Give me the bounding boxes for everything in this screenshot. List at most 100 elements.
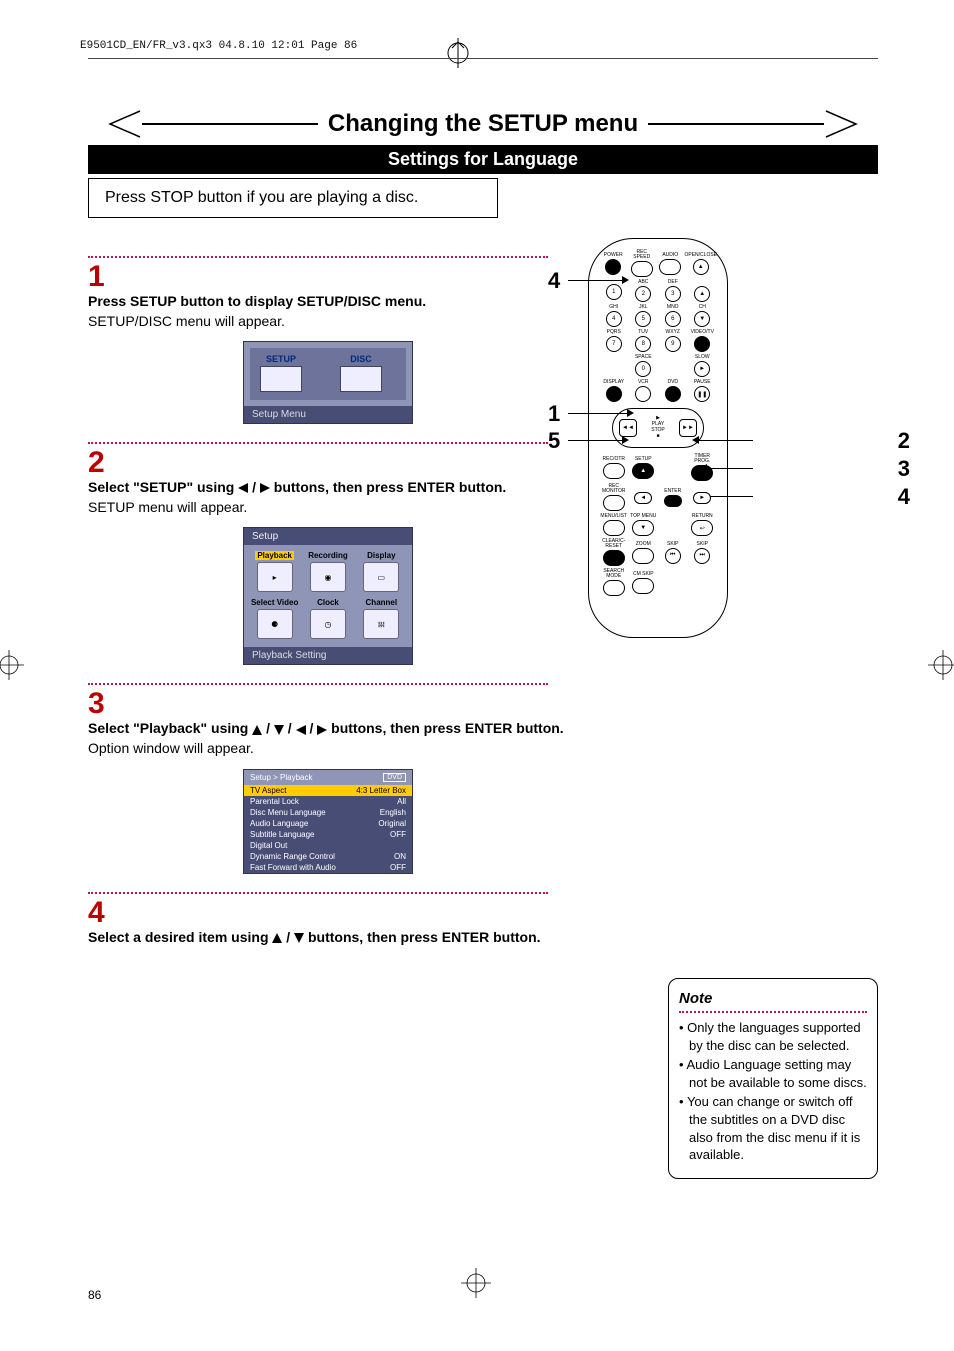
step3-body: Option window will appear. [88,740,254,756]
osd3-val: All [397,797,406,806]
osd3-row: Dynamic Range Control [250,852,335,861]
osd3-dvd-badge: DVD [383,773,406,782]
remote-label: ENTER [664,489,681,494]
remote-label: ZOOM [636,542,651,547]
step3-sep3: / [306,720,318,736]
top-menu-button: ▼ [632,520,654,536]
digit-2-button: 2 [635,286,651,302]
osd3-row: Subtitle Language [250,830,315,839]
osd3-val: Original [378,819,406,828]
clear-button [603,550,625,566]
steps-column: 1 Press SETUP button to display SETUP/DI… [88,238,568,947]
remote-label: VIDEO/TV [691,330,714,335]
callout-left-5: 5 [548,428,560,454]
print-header: E9501CD_EN/FR_v3.qx3 04.8.10 12:01 Page … [80,40,357,52]
remote-label: REC/OTR [603,457,626,462]
cm-skip-button [632,578,654,594]
osd3-val: ON [394,852,406,861]
osd2-cell-display: Display [367,551,395,560]
remote-label: PAUSE [694,380,711,385]
zoom-button [632,548,654,564]
digit-3-button: 3 [665,286,681,302]
remote-label: CM SKIP [633,572,654,577]
remote-label: SLOW [695,355,710,360]
remote-label: SKIP [697,542,708,547]
step4-sep: / [282,929,294,945]
power-icon [605,259,621,275]
setup-button: ▲ [632,463,654,479]
digit-1-button: 1 [606,284,622,300]
note-item: • Only the languages supported by the di… [679,1019,867,1054]
step2-pre: Select "SETUP" using [88,479,238,495]
note-text: Only the languages supported by the disc… [687,1020,860,1053]
down-arrow-icon [274,725,284,735]
remote-label: TOP MENU [630,514,656,519]
pause-button: ❚❚ [694,386,710,402]
note-item: • You can change or switch off the subti… [679,1093,867,1163]
vcr-button [635,386,651,402]
remote-label: AUDIO [662,253,678,258]
skip-back-button: ⏮ [665,548,681,564]
osd2-cell-playback: Playback [255,551,294,560]
up-arrow-icon [252,725,262,735]
step1-body: SETUP/DISC menu will appear. [88,313,285,329]
section-heading: Settings for Language [88,145,878,174]
remote-label: DISPLAY [603,380,624,385]
digit-7-button: 7 [606,336,622,352]
rewind-button: ◄◄ [619,419,637,437]
page-title-bar: Changing the SETUP menu [88,107,878,141]
remote-label: REC SPEED [628,250,657,260]
note-text: You can change or switch off the subtitl… [687,1094,860,1162]
video-tv-button [694,336,710,352]
remote-label: MENU/LIST [600,514,627,519]
enter-button [664,495,682,507]
remote-label: OPEN/CLOSE [685,253,718,258]
page-number: 86 [88,1288,101,1302]
remote-label: ABC [638,280,648,285]
rec-otr-button [603,463,625,479]
display-button [606,386,622,402]
step-number-2: 2 [88,448,568,478]
step1-bold: Press SETUP button to display SETUP/DISC… [88,293,426,309]
ch-up-button: ▲ [694,286,710,302]
page-title: Changing the SETUP menu [318,110,648,138]
down-arrow-icon [294,933,304,943]
osd2-cell-channel: Channel [366,598,398,607]
slow-button: ► [694,361,710,377]
timer-prog-button [691,465,713,481]
registration-mark-right [928,650,954,682]
digit-5-button: 5 [635,311,651,327]
step2-body: SETUP menu will appear. [88,499,247,515]
callout-left-1: 1 [548,401,560,427]
osd-playback-list: Setup > PlaybackDVD TV Aspect4:3 Letter … [243,769,413,874]
digit-0-button: 0 [635,361,651,377]
digit-8-button: 8 [635,336,651,352]
digit-9-button: 9 [665,336,681,352]
callout-right-4: 4 [898,484,910,510]
skip-fwd-button: ⏭ [694,548,710,564]
remote-label: MNO [667,305,679,310]
step3-sep1: / [262,720,274,736]
chevron-left-icon [88,107,142,141]
osd3-row: Digital Out [250,841,287,850]
return-button: ↩ [691,520,713,536]
osd2-footer: Playback Setting [244,647,412,664]
remote-label: TUV [638,330,648,335]
remote-label: PQRS [607,330,621,335]
left-button: ◄ [634,492,652,504]
remote-label: SETUP [635,457,652,462]
osd3-val: English [380,808,406,817]
osd3-row: Fast Forward with Audio [250,863,336,872]
up-arrow-icon [272,933,282,943]
step-number-3: 3 [88,689,568,719]
osd3-header: Setup > Playback [250,773,312,782]
registration-mark-left [0,650,26,682]
remote-label: GHI [609,305,618,310]
remote-label: CLEAR/C-RESET [599,539,629,549]
osd-setup-tile: SETUP [256,354,306,364]
left-arrow-icon [238,483,248,493]
rec-speed-button [631,261,653,277]
note-box: Note • Only the languages supported by t… [668,978,878,1179]
remote-label: CH [699,305,706,310]
step-number-1: 1 [88,262,568,292]
